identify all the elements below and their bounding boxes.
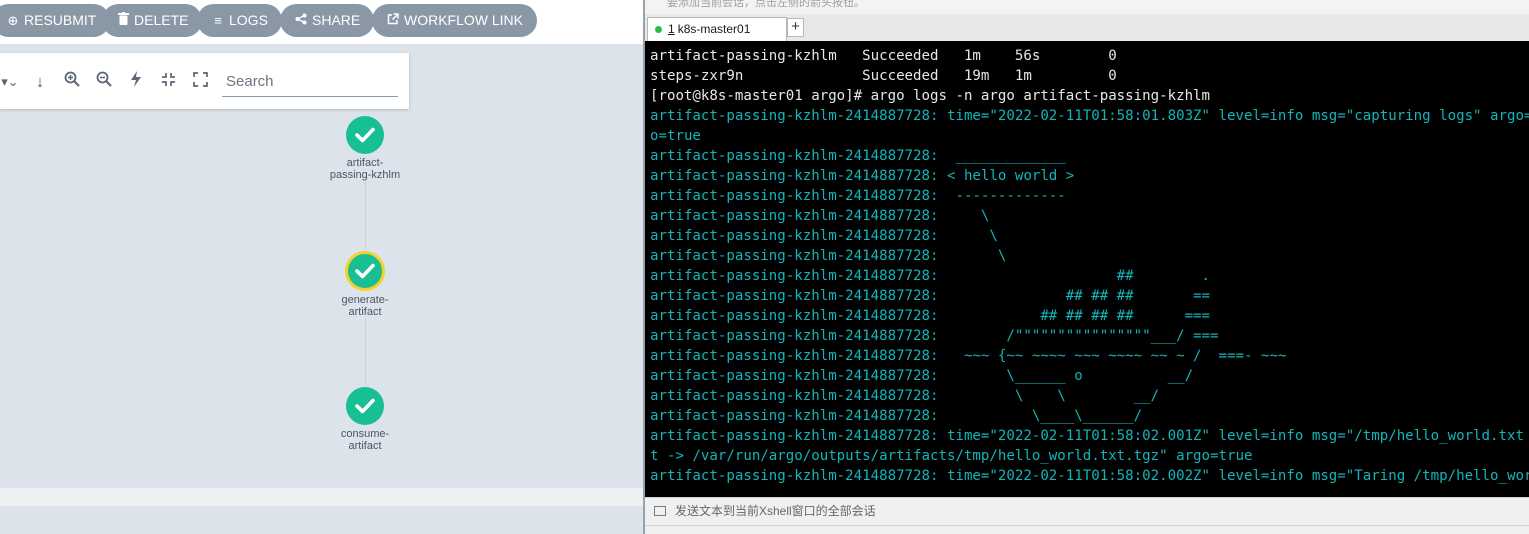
window-icon — [654, 506, 666, 516]
logs-label: LOGS — [229, 12, 268, 28]
status-bar — [645, 525, 1529, 534]
workflow-link-label: WORKFLOW LINK — [404, 12, 524, 28]
terminal-line: artifact-passing-kzhlm-2414887728: \____… — [650, 368, 1194, 384]
terminal-line: steps-zxr9n Succeeded 19m 1m 0 — [650, 68, 1117, 84]
succeeded-check-icon — [346, 387, 384, 425]
terminal-line: artifact-passing-kzhlm-2414887728: /""""… — [650, 328, 1219, 344]
send-text-bar[interactable]: 发送文本到当前Xshell窗口的全部会话 — [645, 497, 1529, 525]
node-label: generate-artifact — [341, 294, 389, 318]
terminal-line: artifact-passing-kzhlm-2414887728: time=… — [650, 468, 1529, 484]
share-icon — [294, 4, 308, 37]
zoom-in-icon[interactable] — [61, 71, 83, 93]
resubmit-button[interactable]: ⊕ RESUBMIT — [0, 4, 111, 37]
delete-label: DELETE — [134, 12, 189, 28]
terminal-line: o=true — [650, 128, 701, 144]
terminal-line: artifact-passing-kzhlm-2414887728: ## . — [650, 268, 1211, 284]
terminal-line: artifact-passing-kzhlm-2414887728: \ — [650, 208, 990, 224]
graph-toolbar: ▾⌄ ↓ — [0, 53, 409, 109]
resubmit-label: RESUBMIT — [24, 12, 97, 28]
succeeded-check-icon — [346, 116, 384, 154]
terminal-line: artifact-passing-kzhlm-2414887728: \____… — [650, 408, 1143, 424]
lightning-icon[interactable] — [125, 71, 147, 93]
logs-button[interactable]: ≡ LOGS — [197, 4, 282, 37]
graph-edge — [365, 318, 366, 386]
succeeded-check-icon — [345, 251, 385, 291]
tab-number: 1 — [668, 22, 675, 36]
workflow-node[interactable]: consume-artifact — [305, 387, 425, 452]
filter-icon[interactable]: ▾⌄ — [0, 71, 20, 93]
download-icon[interactable]: ↓ — [29, 71, 51, 93]
terminal-line: t -> /var/run/argo/outputs/artifacts/tmp… — [650, 448, 1253, 464]
graph-edge — [365, 182, 366, 250]
node-label: artifact-passing-kzhlm — [329, 157, 401, 181]
search-input[interactable] — [222, 67, 398, 97]
workflow-node[interactable]: artifact-passing-kzhlm — [305, 116, 425, 181]
send-text-label: 发送文本到当前Xshell窗口的全部会话 — [675, 504, 876, 518]
terminal-line: artifact-passing-kzhlm-2414887728: \ \ _… — [650, 388, 1160, 404]
external-link-icon — [386, 4, 400, 37]
argo-workflow-pane: ⊕ RESUBMIT DELETE ≡ LOGS SHARE WORKFLOW LI… — [0, 0, 643, 534]
node-label: consume-artifact — [340, 428, 390, 452]
delete-button[interactable]: DELETE — [102, 4, 203, 37]
terminal-line: artifact-passing-kzhlm Succeeded 1m 56s … — [650, 48, 1117, 64]
plus-circle-icon: ⊕ — [7, 13, 19, 28]
tab-bar: 1 k8s-master01 + — [645, 14, 1529, 42]
terminal-line: [root@k8s-master01 argo]# argo logs -n a… — [650, 88, 1211, 104]
list-icon: ≡ — [214, 13, 222, 28]
collapse-icon[interactable] — [157, 71, 179, 93]
terminal-line: artifact-passing-kzhlm-2414887728: ~~~ {… — [650, 348, 1287, 364]
session-hint-bar: 要添加当前会话，点击左侧的箭头按钮。 — [645, 0, 1529, 14]
terminal-line: artifact-passing-kzhlm-2414887728: ## ##… — [650, 288, 1211, 304]
tab-k8s-master01[interactable]: 1 k8s-master01 — [647, 17, 787, 41]
terminal-line: artifact-passing-kzhlm-2414887728: < hel… — [650, 168, 1075, 184]
terminal-line: artifact-passing-kzhlm-2414887728: _____… — [650, 148, 1066, 164]
terminal-output[interactable]: artifact-passing-kzhlm Succeeded 1m 56s … — [645, 41, 1529, 497]
share-label: SHARE — [312, 12, 361, 28]
terminal-line: artifact-passing-kzhlm-2414887728: \ — [650, 228, 998, 244]
connected-status-icon — [655, 26, 662, 33]
terminal-line: artifact-passing-kzhlm-2414887728: -----… — [650, 188, 1066, 204]
session-hint-text: 要添加当前会话，点击左侧的箭头按钮。 — [667, 0, 865, 9]
terminal-line: artifact-passing-kzhlm-2414887728: time=… — [650, 108, 1529, 124]
new-tab-button[interactable]: + — [787, 18, 804, 37]
workflow-toolbar: ⊕ RESUBMIT DELETE ≡ LOGS SHARE WORKFLOW LI… — [0, 0, 643, 44]
graph-bottom-strip — [0, 488, 643, 506]
share-button[interactable]: SHARE — [280, 4, 375, 37]
terminal-line: artifact-passing-kzhlm-2414887728: \ — [650, 248, 1007, 264]
zoom-out-icon[interactable] — [93, 71, 115, 93]
terminal-line: artifact-passing-kzhlm-2414887728: time=… — [650, 428, 1524, 444]
trash-icon — [116, 4, 130, 37]
xshell-window: 要添加当前会话，点击左侧的箭头按钮。 1 k8s-master01 + artif… — [643, 0, 1529, 534]
expand-icon[interactable] — [189, 71, 211, 93]
tab-label: k8s-master01 — [677, 22, 751, 36]
terminal-line: artifact-passing-kzhlm-2414887728: ## ##… — [650, 308, 1211, 324]
workflow-node-selected[interactable]: generate-artifact — [305, 251, 425, 318]
workflow-link-button[interactable]: WORKFLOW LINK — [372, 4, 538, 37]
